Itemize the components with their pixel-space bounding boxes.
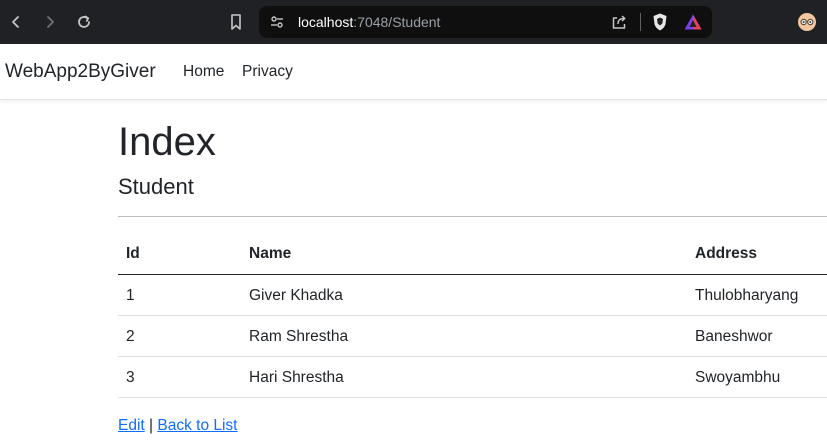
url-text: localhost:7048/Student xyxy=(298,14,440,30)
app-navbar: WebApp2ByGiver Home Privacy xyxy=(0,44,827,100)
brave-rewards-icon[interactable] xyxy=(680,9,706,35)
cell-id: 2 xyxy=(126,328,135,345)
cell-id: 1 xyxy=(126,287,135,304)
back-to-list-link[interactable]: Back to List xyxy=(157,417,237,434)
url-host: localhost xyxy=(298,14,354,30)
profile-avatar-icon[interactable] xyxy=(794,9,820,35)
cell-address: Baneshwor xyxy=(695,328,773,345)
student-table: Id Name Address 1 Giver Khadka Thulobhar… xyxy=(118,234,827,398)
column-header-address: Address xyxy=(695,245,758,262)
reload-icon[interactable] xyxy=(71,9,97,35)
action-links: Edit | Back to List xyxy=(118,417,238,435)
back-arrow-icon[interactable] xyxy=(3,9,29,35)
cell-name: Ram Shrestha xyxy=(249,328,349,345)
bookmark-icon[interactable] xyxy=(223,9,249,35)
column-header-name: Name xyxy=(249,245,292,262)
nav-link-privacy[interactable]: Privacy xyxy=(242,63,293,81)
divider xyxy=(118,216,827,217)
table-row: 3 Hari Shrestha Swoyambhu xyxy=(118,357,827,398)
toolbar-divider xyxy=(640,13,641,31)
column-header-id: Id xyxy=(126,245,140,262)
page-subtitle: Student xyxy=(118,174,194,199)
nav-link-home[interactable]: Home xyxy=(183,63,224,81)
cell-name: Hari Shrestha xyxy=(249,369,344,386)
site-info-icon[interactable] xyxy=(268,13,286,31)
link-separator: | xyxy=(149,417,154,434)
table-row: 2 Ram Shrestha Baneshwor xyxy=(118,316,827,357)
edit-link[interactable]: Edit xyxy=(118,417,145,434)
url-path: :7048/Student xyxy=(353,14,441,30)
cell-id: 3 xyxy=(126,369,135,386)
forward-arrow-icon[interactable] xyxy=(37,9,63,35)
cell-address: Thulobharyang xyxy=(695,287,799,304)
navbar-brand[interactable]: WebApp2ByGiver xyxy=(5,61,156,83)
cell-name: Giver Khadka xyxy=(249,287,343,304)
share-icon[interactable] xyxy=(610,13,628,31)
table-row: 1 Giver Khadka Thulobharyang xyxy=(118,275,827,316)
brave-shields-icon[interactable] xyxy=(647,9,673,35)
cell-address: Swoyambhu xyxy=(695,369,781,386)
browser-toolbar: localhost:7048/Student xyxy=(0,0,827,44)
page-title: Index xyxy=(118,120,216,164)
table-header-row: Id Name Address xyxy=(118,234,827,275)
address-bar[interactable]: localhost:7048/Student xyxy=(259,6,712,38)
